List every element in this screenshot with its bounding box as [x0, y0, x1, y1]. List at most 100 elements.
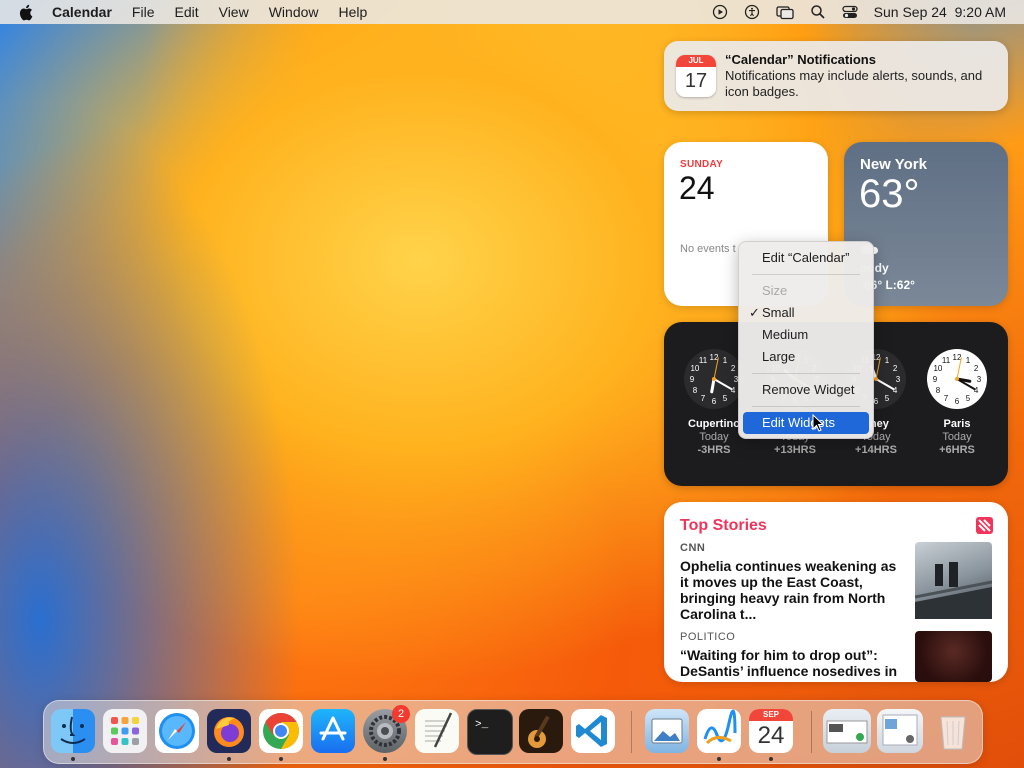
mouse-cursor-icon: [812, 413, 825, 437]
svg-text:4: 4: [893, 386, 898, 395]
svg-text:2: 2: [893, 364, 898, 373]
menu-size-header: Size: [762, 283, 788, 298]
app-store-icon[interactable]: [311, 709, 355, 753]
news-source: POLITICO: [680, 631, 736, 643]
svg-text:4: 4: [974, 386, 979, 395]
menu-edit-widgets[interactable]: Edit Widgets: [743, 412, 869, 434]
dock-calendar-month: SEP: [749, 709, 793, 721]
menu-remove-widget[interactable]: Remove Widget: [743, 379, 869, 401]
safari-icon[interactable]: [155, 709, 199, 753]
svg-text:10: 10: [690, 364, 699, 373]
clock-city: Paris: [943, 418, 971, 430]
downloads-stack-icon[interactable]: [877, 709, 923, 753]
svg-text:>_: >_: [475, 719, 489, 731]
weather-city: New York: [860, 156, 927, 173]
svg-text:2: 2: [974, 364, 979, 373]
news-thumbnail[interactable]: [914, 542, 993, 619]
menu-view[interactable]: View: [219, 4, 249, 20]
play-icon[interactable]: [712, 4, 728, 20]
menu-edit-calendar[interactable]: Edit “Calendar”: [743, 247, 869, 269]
checkmark-icon: ✓: [749, 305, 760, 320]
clock-datetime[interactable]: Sun Sep 24 9:20 AM: [874, 4, 1006, 20]
svg-text:7: 7: [701, 394, 706, 403]
clock-offset: +14HRS: [855, 444, 897, 456]
news-headline: Ophelia continues weakening as it moves …: [680, 558, 897, 622]
svg-text:5: 5: [723, 394, 728, 403]
news-logo-icon: [976, 517, 993, 539]
svg-text:4: 4: [731, 386, 736, 395]
firefox-icon[interactable]: [207, 709, 251, 753]
running-indicator: [227, 757, 231, 761]
svg-text:9: 9: [933, 375, 938, 384]
dock-separator: [811, 711, 812, 753]
notification-badge: 2: [392, 705, 410, 723]
menu-size-small-label: Small: [762, 305, 795, 320]
news-story[interactable]: CNN Ophelia continues weakening as it mo…: [680, 542, 908, 622]
chrome-icon[interactable]: [259, 709, 303, 753]
menu-bar: Calendar File Edit View Window Help Sun …: [0, 0, 1024, 24]
calendar-widget-day: SUNDAY: [680, 159, 724, 170]
news-widget[interactable]: Top Stories CNN Ophelia continues weaken…: [664, 502, 1008, 682]
notification-banner[interactable]: JUL 17 “Calendar” Notifications Notifica…: [664, 41, 1008, 111]
analog-clock-icon: 123456789101112: [684, 349, 744, 409]
svg-text:2: 2: [731, 364, 736, 373]
control-center-icon[interactable]: [842, 4, 858, 20]
svg-text:6: 6: [712, 397, 717, 406]
menu-app-name[interactable]: Calendar: [52, 4, 112, 20]
news-headline: “Waiting for him to drop out”: DeSantis’…: [680, 647, 898, 679]
calendar-icon-day: 17: [684, 70, 708, 92]
news-story[interactable]: POLITICO “Waiting for him to drop out”: …: [680, 631, 908, 679]
menu-help[interactable]: Help: [339, 4, 368, 20]
calendar-widget-date: 24: [679, 170, 715, 206]
svg-text:3: 3: [977, 375, 982, 384]
accessibility-icon[interactable]: [744, 4, 760, 20]
menu-window[interactable]: Window: [269, 4, 319, 20]
svg-text:6: 6: [955, 397, 960, 406]
clock-paris: 1 2 3 4 5 6 7 8 9 10 11 12 Paris Today +6HRS: [917, 348, 997, 456]
launchpad-icon[interactable]: [103, 709, 147, 753]
svg-text:11: 11: [942, 356, 951, 365]
clock-offset: -3HRS: [697, 444, 731, 456]
calendar-icon-month: JUL: [676, 55, 716, 67]
news-source: CNN: [680, 542, 706, 554]
weather-temperature: 63°: [859, 172, 920, 216]
garageband-icon[interactable]: [519, 709, 563, 753]
svg-text:8: 8: [693, 386, 698, 395]
svg-text:5: 5: [966, 394, 971, 403]
menu-separator: [752, 373, 860, 374]
menu-size-small[interactable]: ✓ Small: [743, 302, 869, 324]
notification-body: Notifications may include alerts, sounds…: [725, 68, 983, 99]
dock: 2 >_ SEP 24: [43, 700, 983, 764]
search-icon[interactable]: [810, 4, 826, 20]
menu-edit[interactable]: Edit: [174, 4, 198, 20]
textedit-icon[interactable]: [415, 709, 459, 753]
calendar-dock-icon[interactable]: SEP 24: [749, 709, 793, 753]
news-thumbnail[interactable]: [915, 631, 992, 682]
svg-text:10: 10: [933, 364, 942, 373]
finder-icon[interactable]: [51, 709, 95, 753]
vscode-icon[interactable]: [571, 709, 615, 753]
preview-icon[interactable]: [645, 709, 689, 753]
running-indicator: [279, 757, 283, 761]
svg-text:8: 8: [936, 386, 941, 395]
svg-text:1: 1: [966, 356, 971, 365]
svg-text:11: 11: [699, 356, 708, 365]
svg-text:6: 6: [874, 397, 879, 406]
terminal-icon[interactable]: >_: [467, 709, 513, 755]
clock-offset: +13HRS: [774, 444, 816, 456]
menu-size-large[interactable]: Large: [743, 346, 869, 368]
analog-clock-icon: 123456789101112: [927, 349, 987, 409]
freeform-icon[interactable]: [697, 709, 741, 753]
clock-day: Today: [942, 431, 972, 443]
svg-text:5: 5: [885, 394, 890, 403]
screen-mirroring-icon[interactable]: [776, 4, 794, 20]
svg-text:9: 9: [690, 375, 695, 384]
trash-icon[interactable]: [931, 709, 975, 753]
menu-separator: [752, 274, 860, 275]
recent-window-thumbnail[interactable]: [823, 709, 871, 753]
news-title: Top Stories: [680, 517, 767, 534]
running-indicator: [769, 757, 773, 761]
apple-logo-icon[interactable]: [18, 4, 36, 21]
menu-file[interactable]: File: [132, 4, 155, 20]
menu-size-medium[interactable]: Medium: [743, 324, 869, 346]
